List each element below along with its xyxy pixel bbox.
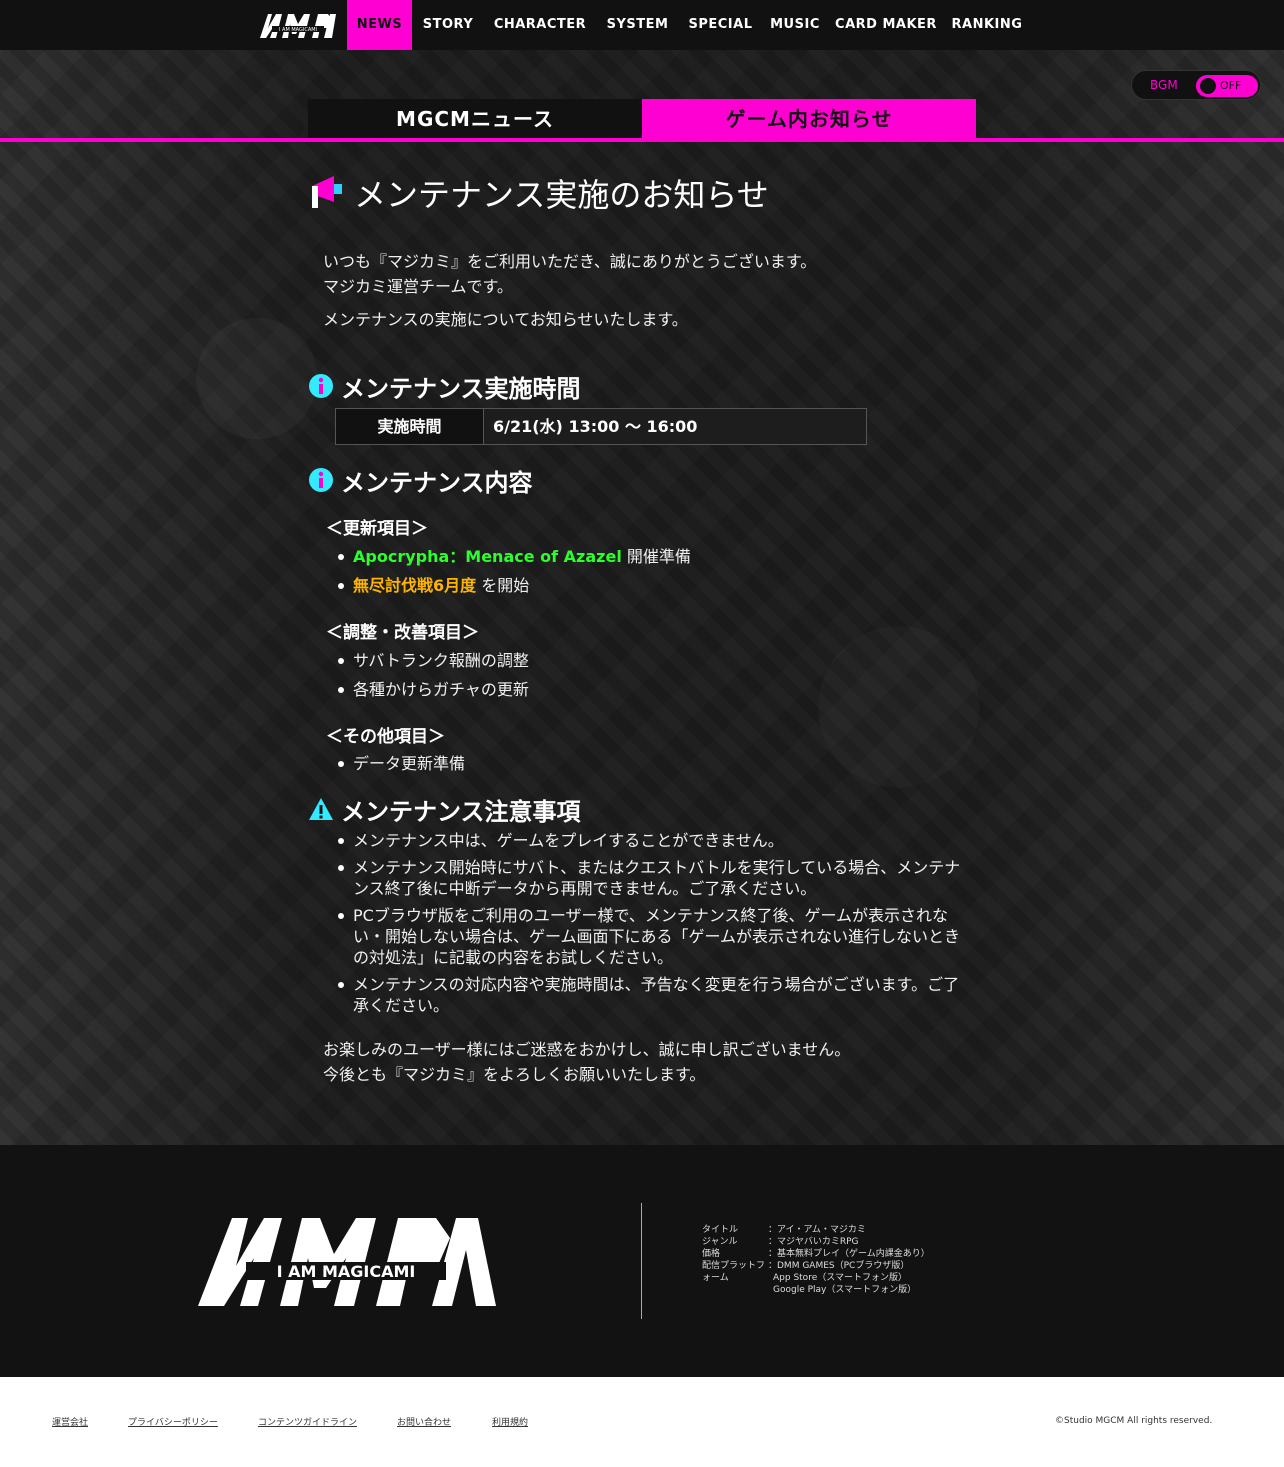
update-heading: ＜更新項目＞ xyxy=(326,519,428,539)
footer-divider xyxy=(641,1203,642,1319)
closing-line-1: お楽しみのユーザー様にはご迷惑をおかけし、誠に申し訳ございません。 xyxy=(323,1040,851,1059)
maintenance-time-table: 実施時間 6/21(水) 13:00 ～ 16:00 xyxy=(335,408,867,445)
intro-line-2: マジカミ運営チームです。 xyxy=(323,277,513,296)
bottom-bar: 運営会社 プライバシーポリシー コンテンツガイドライン お問い合わせ 利用規約 … xyxy=(0,1377,1284,1467)
copyright: ©Studio MGCM All rights reserved. xyxy=(1055,1416,1213,1426)
svg-text:I AM MAGICAMI: I AM MAGICAMI xyxy=(279,27,317,33)
other-heading: ＜その他項目＞ xyxy=(326,727,445,747)
time-label: 実施時間 xyxy=(336,409,484,444)
warning-icon xyxy=(309,798,333,820)
bgm-knob xyxy=(1200,78,1216,94)
bgm-state: OFF xyxy=(1220,79,1242,92)
info-key: 価格 xyxy=(702,1249,721,1259)
closing-line-2: 今後とも『マジカミ』をよろしくお願いいたします。 xyxy=(323,1065,706,1084)
list-item: メンテナンス中は、ゲームをプレイすることができません。 xyxy=(338,830,963,851)
nav-music[interactable]: MUSIC xyxy=(762,0,828,50)
top-navigation: I AM MAGICAMI NEWS STORY CHARACTER SYSTE… xyxy=(0,0,1284,50)
list-item: データ更新準備 xyxy=(337,754,466,773)
nav-story[interactable]: STORY xyxy=(412,0,484,50)
link-terms[interactable]: 利用規約 xyxy=(492,1415,528,1428)
site-logo[interactable]: I AM MAGICAMI xyxy=(258,10,338,40)
nav-character[interactable]: CHARACTER xyxy=(484,0,596,50)
list-item-text: 開催準備 xyxy=(621,547,691,566)
list-item: Apocrypha：Menace of Azazel 開催準備 xyxy=(338,546,691,567)
nav-system[interactable]: SYSTEM xyxy=(596,0,679,50)
info-value: ：DMM GAMES（PCブラウザ版） xyxy=(768,1261,910,1271)
info-value: Google Play（スマートフォン版） xyxy=(773,1285,917,1295)
info-icon xyxy=(309,374,333,398)
link-privacy-policy[interactable]: プライバシーポリシー xyxy=(128,1415,218,1428)
tab-mgcm-news[interactable]: MGCMニュース xyxy=(308,99,642,139)
info-icon xyxy=(309,468,333,492)
adjust-heading: ＜調整・改善項目＞ xyxy=(326,623,479,643)
bgm-label: BGM xyxy=(1150,78,1178,92)
event-name: Apocrypha：Menace of Azazel xyxy=(353,547,622,566)
list-item: 各種かけらガチャの更新 xyxy=(338,680,529,699)
info-value: ：基本無料プレイ（ゲーム内課金あり） xyxy=(768,1249,930,1259)
list-item: メンテナンス開始時にサバト、またはクエストバトルを実行している場合、メンテナンス… xyxy=(338,857,963,899)
nav-ranking[interactable]: RANKING xyxy=(944,0,1030,50)
intro-line-1: いつも『マジカミ』をご利用いただき、誠にありがとうございます。 xyxy=(323,252,817,271)
info-key: タイトル xyxy=(702,1225,739,1235)
list-item: 無尽討伐戦6月度 を開始 xyxy=(337,575,530,596)
section-title: メンテナンス注意事項 xyxy=(341,798,581,826)
list-item: メンテナンスの対応内容や実施時間は、予告なく変更を行う場合がございます。ご了承く… xyxy=(338,974,963,1016)
link-company[interactable]: 運営会社 xyxy=(52,1415,88,1428)
time-value: 6/21(水) 13:00 ～ 16:00 xyxy=(493,417,698,436)
nav-card-maker[interactable]: CARD MAKER xyxy=(828,0,944,50)
intro-line-3: メンテナンスの実施についてお知らせいたします。 xyxy=(323,310,688,329)
info-value: App Store（スマートフォン版） xyxy=(773,1273,907,1283)
section-title: メンテナンス実施時間 xyxy=(341,375,581,403)
info-value: ：アイ・アム・マジカミ xyxy=(768,1225,866,1235)
svg-text:I AM MAGICAMI: I AM MAGICAMI xyxy=(277,1262,416,1281)
bgm-toggle[interactable]: BGM OFF xyxy=(1131,70,1261,100)
nav-special[interactable]: SPECIAL xyxy=(679,0,762,50)
tab-game-notices[interactable]: ゲーム内お知らせ xyxy=(642,99,976,139)
page-title: メンテナンス実施のお知らせ xyxy=(354,176,769,214)
list-item: サバトランク報酬の調整 xyxy=(338,651,529,670)
nav-news[interactable]: NEWS xyxy=(347,0,412,50)
list-item: PCブラウザ版をご利用のユーザー様で、メンテナンス終了後、ゲームが表示されない・… xyxy=(338,905,963,968)
section-title: メンテナンス内容 xyxy=(341,469,533,497)
list-item-text: を開始 xyxy=(476,576,530,595)
tabs-underline xyxy=(0,138,1284,142)
link-contact[interactable]: お問い合わせ xyxy=(397,1415,451,1428)
info-key: 配信プラットフォーム xyxy=(702,1261,766,1283)
link-content-guidelines[interactable]: コンテンツガイドライン xyxy=(258,1415,357,1428)
megaphone-icon xyxy=(312,176,342,208)
footer-logo[interactable]: I AM MAGICAMI xyxy=(196,1210,498,1310)
bgm-switch[interactable]: OFF xyxy=(1196,75,1258,97)
footer: I AM MAGICAMI タイトル ：アイ・アム・マジカミ ジャンル ：マジヤバい… xyxy=(0,1145,1284,1377)
info-value: ：マジヤバいカミRPG xyxy=(768,1237,859,1247)
info-key: ジャンル xyxy=(702,1237,738,1247)
event-name: 無尽討伐戦6月度 xyxy=(353,576,477,595)
